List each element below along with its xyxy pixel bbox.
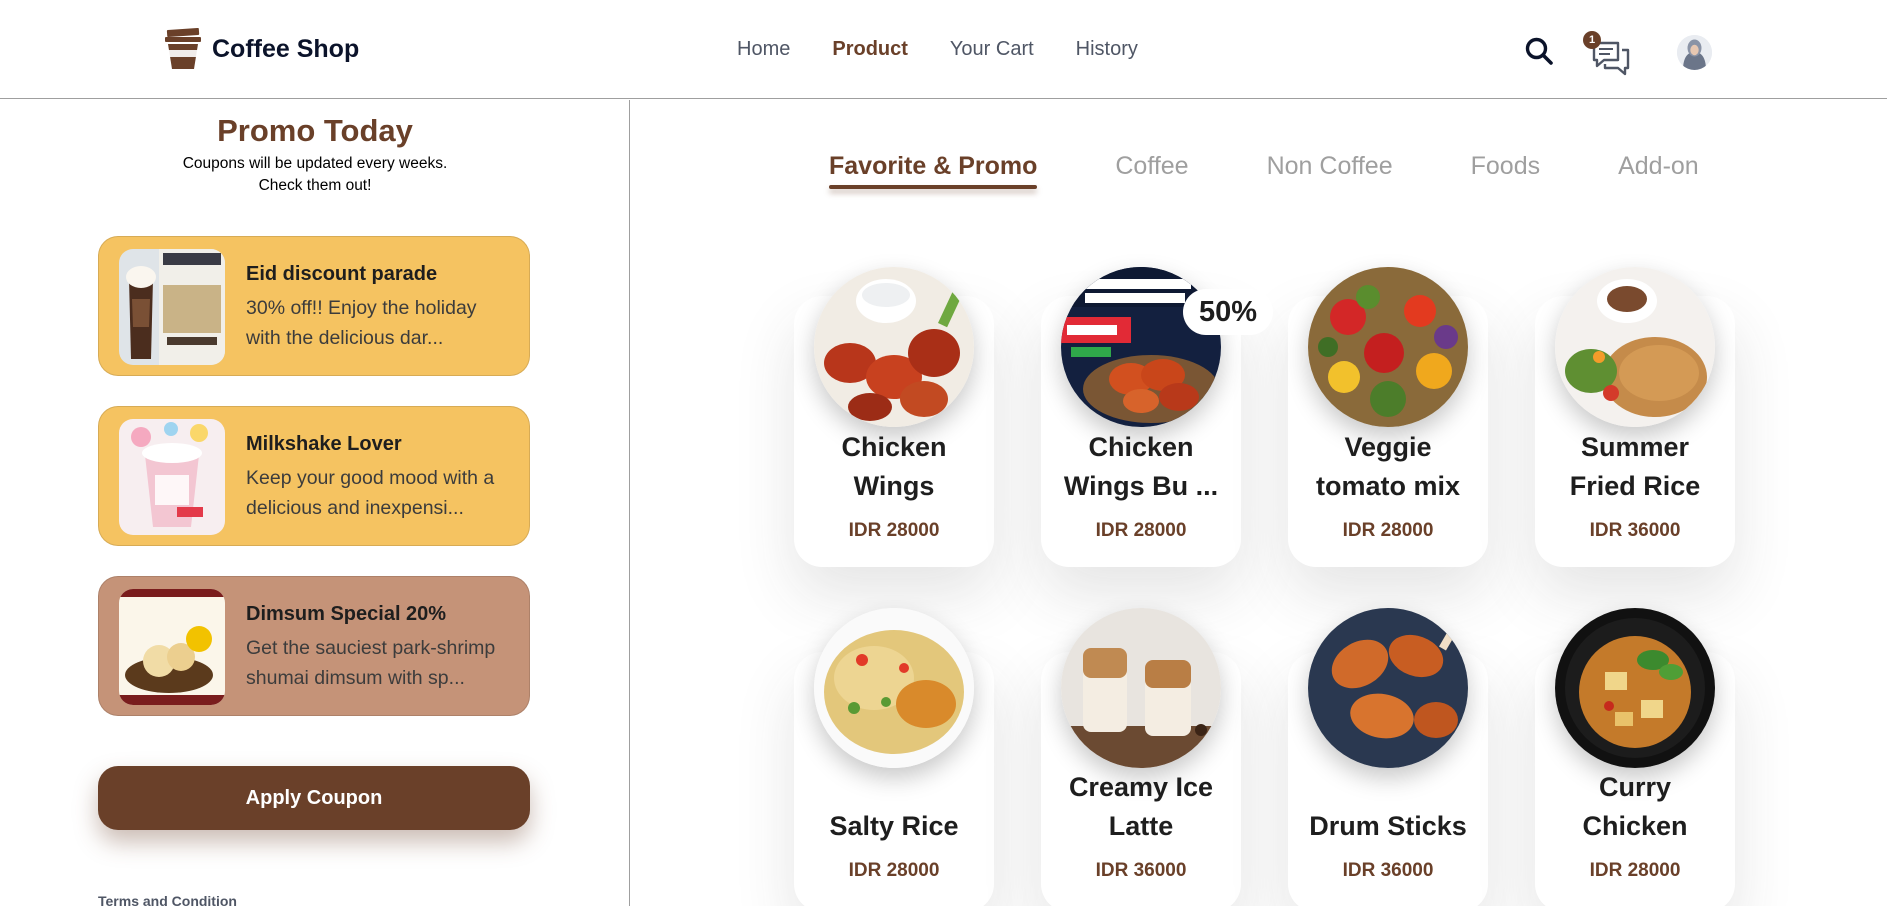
tab-foods[interactable]: Foods (1471, 152, 1540, 187)
product-name-line: Chicken (841, 432, 947, 462)
product-name: Salty Rice (794, 807, 994, 846)
chat-badge: 1 (1583, 31, 1601, 49)
milkshake-image (119, 419, 225, 535)
coupon-title: Eid discount parade (246, 263, 438, 285)
product-name: Chicken Wings Bu ... (1041, 428, 1241, 506)
tab-favorite-promo[interactable]: Favorite & Promo (829, 152, 1038, 189)
logo[interactable]: Coffee Shop (163, 28, 359, 70)
coupon-card[interactable]: Milkshake Lover Keep your good mood with… (98, 406, 530, 546)
promo-subtitle: Coupons will be updated every weeks. Che… (0, 153, 630, 197)
product-price: IDR 36000 (1342, 860, 1434, 881)
latte-illustration (1061, 608, 1221, 768)
coupon-description: Get the sauciest park-shrimp shumai dims… (246, 637, 496, 689)
promo-title: Promo Today (217, 113, 413, 148)
main-nav: Home Product Your Cart History (737, 38, 1180, 61)
curry-chicken-image[interactable] (1555, 608, 1715, 768)
product-name-line: Wings (853, 471, 935, 501)
coupon-card[interactable]: Eid discount parade 30% off!! Enjoy the … (98, 236, 530, 376)
tab-coffee[interactable]: Coffee (1115, 152, 1188, 187)
promo-sidebar: Promo Today Coupons will be updated ever… (0, 100, 630, 906)
coupon-description: Keep your good mood with a delicious and… (246, 467, 495, 519)
dimsum-illustration (119, 589, 225, 705)
product-name: Creamy Ice Latte (1041, 768, 1241, 846)
terms-and-condition-link[interactable]: Terms and Condition (98, 893, 237, 906)
search-icon[interactable] (1524, 36, 1554, 66)
product-price: IDR 36000 (1589, 520, 1681, 541)
chicken-wings-illustration (814, 267, 974, 427)
product-name-line: Chicken (1582, 811, 1688, 841)
product-name-line: Latte (1108, 811, 1174, 841)
summer-fried-rice-image[interactable] (1555, 267, 1715, 427)
coupon-title: Dimsum Special 20% (246, 603, 447, 625)
product-name: Curry Chicken (1535, 768, 1735, 846)
tab-non-coffee[interactable]: Non Coffee (1267, 152, 1393, 187)
nav-product[interactable]: Product (832, 38, 908, 61)
milkshake-illustration (119, 419, 225, 535)
apply-coupon-button[interactable]: Apply Coupon (98, 766, 530, 830)
veggie-tomato-mix-image[interactable] (1308, 267, 1468, 427)
coupon-description: 30% off!! Enjoy the holiday with the del… (246, 297, 477, 349)
product-name-line: Fried Rice (1569, 471, 1701, 501)
product-name: Summer Fried Rice (1535, 428, 1735, 506)
product-price: IDR 28000 (848, 860, 940, 881)
profile-photo-icon (1677, 35, 1712, 70)
product-name-line: Curry (1598, 772, 1672, 802)
creamy-ice-latte-image[interactable] (1061, 608, 1221, 768)
product-name-line: Drum Sticks (1309, 811, 1467, 841)
product-price: IDR 28000 (1342, 520, 1434, 541)
nav-history[interactable]: History (1076, 38, 1138, 61)
coupon-title: Milkshake Lover (246, 433, 402, 455)
top-navbar: Coffee Shop Home Product Your Cart Histo… (0, 0, 1887, 99)
product-name-line: Creamy Ice (1068, 772, 1214, 802)
product-name-line: tomato mix (1315, 471, 1461, 501)
logo-text: Coffee Shop (212, 34, 360, 63)
salty-rice-illustration (814, 608, 974, 768)
nav-your-cart[interactable]: Your Cart (950, 38, 1034, 61)
nav-home[interactable]: Home (737, 38, 790, 61)
product-name-line: Wings Bu ... (1063, 471, 1219, 501)
coffee-cup-icon (165, 28, 201, 69)
drum-sticks-image[interactable] (1308, 608, 1468, 768)
product-price: IDR 28000 (1095, 520, 1187, 541)
curry-chicken-illustration (1555, 608, 1715, 768)
coupon-card[interactable]: Dimsum Special 20% Get the sauciest park… (98, 576, 530, 716)
chocolate-frappe-image (119, 249, 225, 365)
promo-subtitle-line1: Coupons will be updated every weeks. (182, 155, 448, 172)
fried-rice-illustration (1555, 267, 1715, 427)
frappe-illustration (119, 249, 225, 365)
product-name-line: Chicken (1088, 432, 1194, 462)
product-name: Veggie tomato mix (1288, 428, 1488, 506)
salty-rice-image[interactable] (814, 608, 974, 768)
product-price: IDR 36000 (1095, 860, 1187, 881)
tab-add-on[interactable]: Add-on (1618, 152, 1699, 187)
product-name: Drum Sticks (1288, 807, 1488, 846)
product-name-line: Salty Rice (829, 811, 959, 841)
drumsticks-illustration (1308, 608, 1468, 768)
category-tabs: Favorite & Promo Coffee Non Coffee Foods… (829, 152, 1777, 189)
discount-badge: 50% (1183, 289, 1273, 335)
product-price: IDR 28000 (1589, 860, 1681, 881)
product-price: IDR 28000 (848, 520, 940, 541)
product-name: Chicken Wings (794, 428, 994, 506)
product-name-line: Veggie (1344, 432, 1432, 462)
dimsum-image (119, 589, 225, 705)
veggie-illustration (1308, 267, 1468, 427)
product-name-line: Summer (1580, 432, 1690, 462)
avatar[interactable] (1677, 35, 1712, 70)
promo-subtitle-line2: Check them out! (258, 177, 372, 194)
chicken-wings-image[interactable] (814, 267, 974, 427)
